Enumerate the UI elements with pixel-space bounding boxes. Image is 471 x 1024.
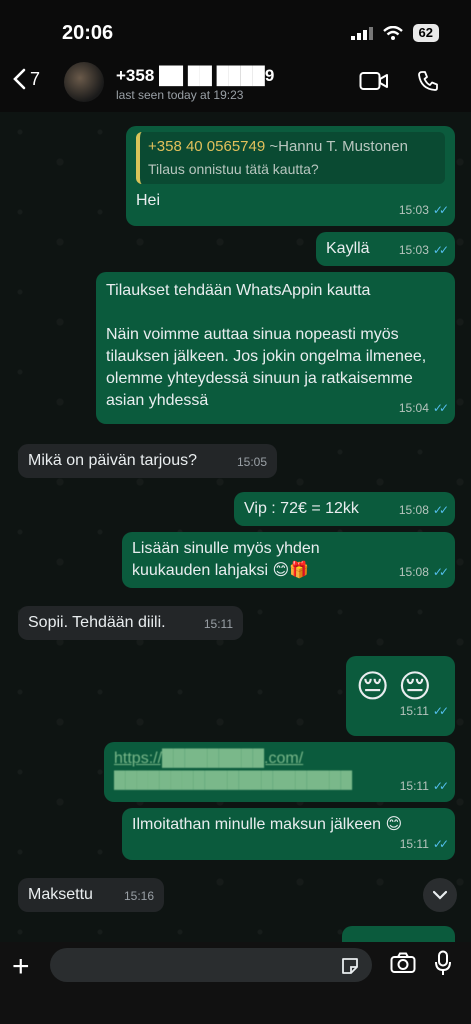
message-bubble[interactable]: Vip : 72€ = 12kk 15:08 ✓✓ bbox=[234, 492, 455, 526]
message-meta: 15:11 ✓✓ bbox=[399, 691, 449, 731]
message-meta: 15:03 ✓✓ bbox=[398, 239, 449, 261]
contact-name: +358 ██ ██ ████9 bbox=[116, 66, 275, 85]
call-actions bbox=[359, 70, 439, 92]
message-text: Maksettu bbox=[28, 886, 93, 903]
message-meta: 15:16 bbox=[124, 885, 154, 907]
read-ticks-icon: ✓✓ bbox=[432, 203, 449, 217]
chevron-left-icon bbox=[13, 68, 26, 90]
avatar[interactable] bbox=[64, 62, 104, 102]
message-text: Tilaukset tehdään WhatsAppin kautta bbox=[106, 282, 371, 299]
message-meta: 15:08 ✓✓ bbox=[398, 499, 449, 521]
message-meta: 15:11 ✓✓ bbox=[399, 775, 449, 797]
contact-info[interactable]: +358 ██ ██ ████9 last seen today at 19:2… bbox=[116, 66, 274, 102]
status-icons: 62 bbox=[350, 24, 439, 42]
message-bubble[interactable]: Maksettu 15:16 bbox=[18, 878, 164, 912]
message-time: 15:11 bbox=[399, 704, 429, 718]
message-bubble[interactable]: Lisään sinulle myös yhden kuukauden lahj… bbox=[122, 532, 455, 588]
message-time: 15:11 bbox=[203, 617, 233, 631]
read-ticks-icon: ✓✓ bbox=[432, 704, 449, 718]
last-seen: last seen today at 19:23 bbox=[116, 88, 244, 102]
message-time: 15:04 bbox=[398, 401, 429, 415]
read-ticks-icon: ✓✓ bbox=[432, 243, 449, 257]
read-ticks-icon: ✓✓ bbox=[432, 837, 449, 851]
message-link[interactable]: █████████████████████ bbox=[114, 770, 445, 792]
quote-author: ~Hannu T. Mustonen bbox=[269, 138, 408, 155]
status-time: 20:06 bbox=[62, 22, 114, 44]
read-ticks-icon: ✓✓ bbox=[432, 779, 449, 793]
message-text: Kayllä bbox=[326, 240, 370, 257]
message-bubble[interactable]: Tilaukset tehdään WhatsAppin kautta Näin… bbox=[96, 272, 455, 424]
message-meta: 15:11 ✓✓ bbox=[399, 833, 449, 855]
message-meta: 15:03 ✓✓ bbox=[398, 199, 449, 221]
message-time: 15:05 bbox=[236, 455, 267, 469]
message-bubble[interactable]: Kayllä 15:03 ✓✓ bbox=[316, 232, 455, 266]
message-text: Näin voimme auttaa sinua nopeasti myös t… bbox=[106, 326, 427, 409]
back-button[interactable]: 7 bbox=[12, 68, 40, 90]
read-ticks-icon: ✓✓ bbox=[432, 401, 449, 415]
message-text: Sopii. Tehdään diili. bbox=[28, 614, 166, 631]
unread-count: 7 bbox=[30, 68, 41, 89]
message-text: Mikä on päivän tarjous? bbox=[28, 452, 197, 469]
message-bubble[interactable]: https://█████████.com/ █████████████████… bbox=[104, 742, 455, 802]
message-time: 15:03 bbox=[398, 243, 429, 257]
message-bubble[interactable]: +358 40 0565749 ~Hannu T. Mustonen Tilau… bbox=[126, 126, 455, 226]
scroll-down-button[interactable] bbox=[423, 878, 457, 912]
message-text: Vip : 72€ = 12kk bbox=[244, 500, 359, 517]
quote-sender: +358 40 0565749 bbox=[148, 138, 266, 155]
signal-icon bbox=[350, 27, 373, 40]
status-bar: 20:06 62 bbox=[0, 0, 471, 62]
message-time: 15:08 bbox=[398, 565, 429, 579]
battery-indicator: 62 bbox=[412, 24, 439, 42]
chat-header: 7 +358 ██ ██ ████9 last seen today at 19… bbox=[0, 58, 471, 110]
message-meta: 15:11 bbox=[204, 613, 233, 635]
read-ticks-icon: ✓✓ bbox=[432, 503, 449, 517]
message-bubble-partial[interactable] bbox=[342, 926, 455, 942]
message-input[interactable] bbox=[50, 948, 336, 984]
chevron-down-icon bbox=[433, 890, 447, 900]
message-text: Ilmoitathan minulle maksun jälkeen 😊 bbox=[132, 816, 403, 833]
message-time: 15:08 bbox=[398, 503, 429, 517]
message-bubble[interactable]: Ilmoitathan minulle maksun jälkeen 😊 15:… bbox=[122, 808, 455, 860]
message-meta: 15:08 ✓✓ bbox=[398, 561, 449, 583]
attach-plus-icon[interactable]: + bbox=[12, 950, 30, 984]
composer-bar: + bbox=[0, 942, 471, 1024]
message-link[interactable]: https://█████████.com/ bbox=[114, 748, 445, 770]
chat-area[interactable]: +358 40 0565749 ~Hannu T. Mustonen Tilau… bbox=[0, 112, 471, 942]
quote-text: Tilaus onnistuu tätä kautta? bbox=[148, 161, 319, 177]
video-call-icon[interactable] bbox=[359, 70, 389, 92]
wifi-icon bbox=[382, 26, 403, 40]
message-time: 15:11 bbox=[399, 779, 429, 793]
message-bubble[interactable]: Mikä on päivän tarjous? 15:05 bbox=[18, 444, 277, 478]
camera-icon[interactable] bbox=[390, 952, 416, 974]
message-time: 15:03 bbox=[398, 203, 429, 217]
sticker-icon[interactable] bbox=[340, 956, 360, 976]
phone-call-icon[interactable] bbox=[417, 70, 439, 92]
message-time: 15:11 bbox=[399, 837, 429, 851]
quoted-message[interactable]: +358 40 0565749 ~Hannu T. Mustonen Tilau… bbox=[136, 132, 445, 184]
read-ticks-icon: ✓✓ bbox=[432, 565, 449, 579]
message-meta: 15:04 ✓✓ bbox=[398, 397, 449, 419]
message-bubble[interactable]: 😔 😔 15:11 ✓✓ bbox=[346, 656, 455, 736]
message-time: 15:16 bbox=[123, 889, 154, 903]
microphone-icon[interactable] bbox=[434, 950, 452, 976]
message-meta: 15:05 bbox=[237, 451, 267, 473]
message-input-box[interactable] bbox=[50, 948, 372, 984]
message-bubble[interactable]: Sopii. Tehdään diili. 15:11 bbox=[18, 606, 243, 640]
